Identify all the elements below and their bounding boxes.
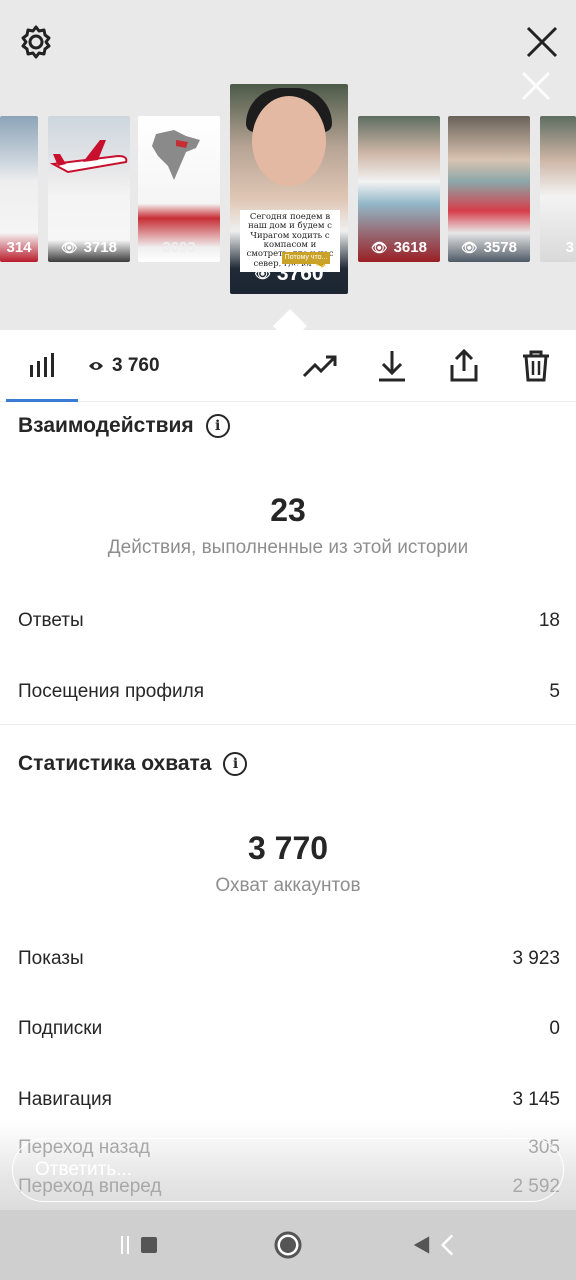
story-thumbnail[interactable]: 👁 3578 [448, 116, 530, 262]
stat-row: Ответы 18 [18, 610, 560, 632]
tab-viewers[interactable]: 3 760 [88, 352, 160, 380]
story-thumbnail[interactable]: 👁 3618 [358, 116, 440, 262]
story-thumbnail[interactable]: 314 [0, 116, 38, 262]
view-count: 3 [565, 239, 574, 256]
view-count-total: 3 760 [112, 355, 160, 376]
story-thumbnail-selected[interactable]: Сегодня поедем в наш дом и будем с Чираг… [230, 84, 348, 294]
promote-button[interactable] [296, 346, 344, 386]
story-thumbnail[interactable]: 3 [540, 116, 576, 262]
stat-label: Навигация [18, 1089, 112, 1110]
view-count: 👁 3760 [254, 262, 324, 285]
story-thumbnail[interactable]: 👁 3718 [48, 116, 130, 262]
eye-icon: 👁 [254, 266, 271, 281]
share-icon [450, 349, 478, 382]
system-nav-bar [0, 1210, 576, 1280]
trash-icon [523, 350, 549, 382]
settings-gear-icon[interactable] [14, 20, 58, 64]
stat-row: Посещения профиля 5 [18, 681, 560, 703]
stat-label: Подписки [18, 1018, 103, 1039]
stat-row: Навигация 3 145 [18, 1089, 560, 1111]
stat-value: 18 [538, 610, 560, 631]
delete-button[interactable] [512, 346, 560, 386]
eye-icon: 👁 [371, 239, 388, 255]
back-button[interactable] [410, 1228, 458, 1262]
eye-icon: 👁 [61, 239, 78, 255]
section-title: Взаимодействия [18, 414, 194, 437]
tab-insights[interactable] [6, 330, 78, 402]
close-story-icon[interactable] [516, 66, 556, 106]
interactions-subtitle: Действия, выполненные из этой истории [107, 537, 469, 558]
info-icon[interactable]: i [223, 752, 248, 776]
reply-placeholder: Ответить... [35, 1159, 133, 1180]
stat-label: Посещения профиля [18, 681, 204, 702]
share-button[interactable] [440, 346, 488, 386]
india-map-icon [152, 130, 200, 180]
stat-label: Показы [18, 948, 84, 969]
info-icon[interactable]: i [205, 414, 230, 438]
trending-up-icon [302, 355, 337, 378]
reach-subtitle: Охват аккаунтов [215, 875, 361, 896]
interactions-total: 23 [270, 492, 306, 528]
stat-label: Ответы [18, 610, 84, 631]
eye-icon: 👁 [461, 239, 478, 255]
stat-value: 3 145 [512, 1089, 560, 1110]
view-count: 👁 3578 [461, 239, 517, 256]
home-icon [274, 1231, 302, 1259]
insights-toolbar: 3 760 [0, 330, 576, 402]
stat-row: Подписки 0 [18, 1018, 560, 1040]
section-divider [0, 724, 576, 725]
section-title: Статистика охвата [18, 752, 212, 775]
view-count: 314 [6, 239, 32, 256]
view-count: 👁 3618 [371, 239, 427, 256]
bar-chart-icon [30, 352, 54, 377]
reach-header: Статистика охвата i [18, 752, 248, 776]
home-button[interactable] [264, 1228, 312, 1262]
recent-apps-icon [121, 1236, 157, 1254]
story-photo-face [252, 96, 326, 186]
download-icon [379, 351, 405, 382]
view-count: 👁 3718 [61, 239, 117, 256]
stat-row: Показы 3 923 [18, 948, 560, 970]
story-thumbnail[interactable]: 3693 [138, 116, 220, 262]
reach-total: 3 770 [247, 830, 329, 866]
eye-icon [89, 362, 103, 370]
interactions-header: Взаимодействия i [18, 414, 230, 438]
stat-value: 0 [549, 1018, 560, 1039]
close-icon[interactable] [520, 20, 564, 64]
stat-value: 5 [549, 681, 560, 702]
download-button[interactable] [368, 346, 416, 386]
recent-apps-button[interactable] [114, 1228, 162, 1262]
stat-value: 3 923 [512, 948, 560, 969]
view-count: 3693 [162, 239, 196, 256]
reply-input[interactable]: Ответить... [12, 1138, 564, 1202]
airplane-icon [49, 140, 128, 174]
back-icon [413, 1234, 454, 1256]
